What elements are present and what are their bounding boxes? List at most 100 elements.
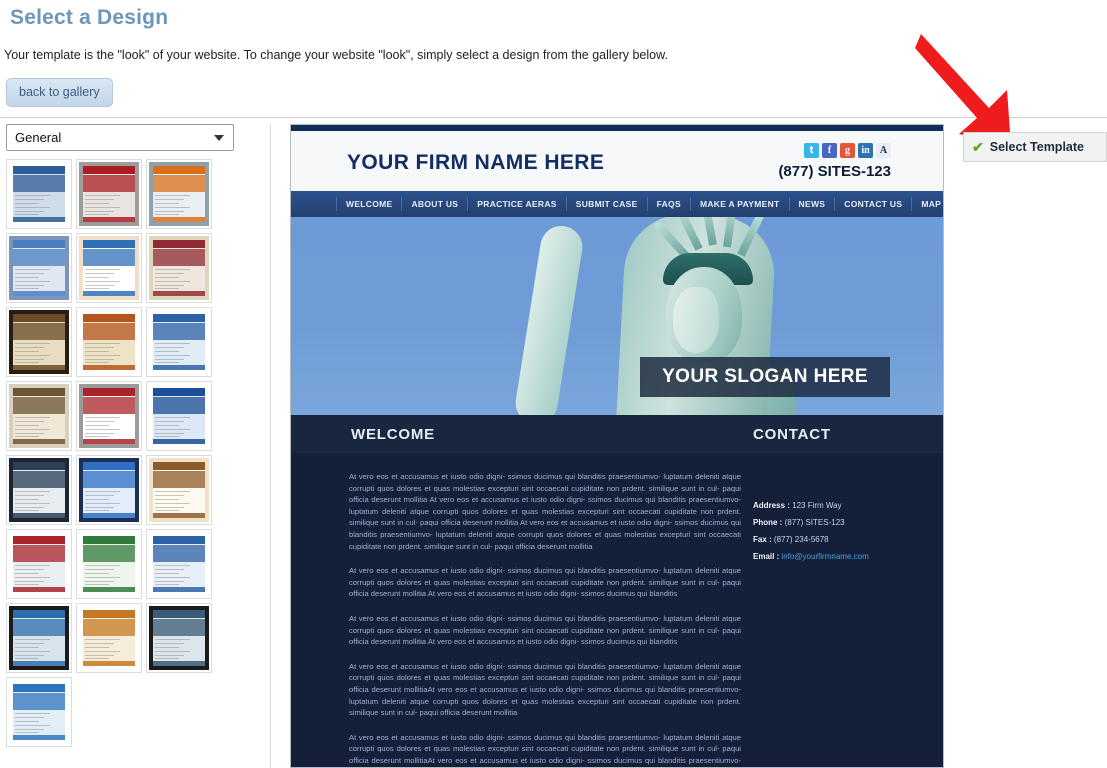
template-thumbnail[interactable] <box>146 603 212 673</box>
category-select[interactable]: General <box>6 124 234 151</box>
thumbnail-text-line <box>15 417 50 419</box>
template-thumbnail[interactable] <box>146 159 212 229</box>
template-thumbnail[interactable] <box>146 455 212 525</box>
facebook-icon[interactable]: f <box>822 143 837 158</box>
green-check-icon: ✔ <box>972 139 984 155</box>
thumbnail-footer-bar <box>152 513 206 519</box>
template-thumbnail[interactable] <box>146 381 212 451</box>
thumbnail-text-line <box>15 495 45 497</box>
select-template-button[interactable]: ✔ Select Template <box>963 132 1107 162</box>
nav-item-news[interactable]: NEWS <box>790 197 836 211</box>
thumbnail-text-line <box>15 288 39 290</box>
thumbnail-text-line <box>15 569 45 571</box>
thumbnail-text-line <box>155 206 190 208</box>
template-thumbnail[interactable] <box>76 529 142 599</box>
nav-item-faqs[interactable]: FAQS <box>648 197 691 211</box>
contact-phone-value: (877) SITES-123 <box>784 518 845 527</box>
contact-fax-label: Fax : <box>753 535 772 544</box>
thumbnail-header-bar <box>152 387 206 397</box>
template-thumbnail[interactable] <box>76 381 142 451</box>
thumbnail-hero <box>12 471 66 489</box>
thumbnail-text-line <box>15 362 39 364</box>
linkedin-icon[interactable]: in <box>858 143 873 158</box>
thumbnail-text-line <box>155 210 185 212</box>
template-thumbnail[interactable] <box>6 677 72 747</box>
thumbnail-text-line <box>155 354 190 356</box>
thumbnail-text-line <box>155 288 179 290</box>
contact-fax-row: Fax : (877) 234-5678 <box>753 535 869 544</box>
nav-item-about-us[interactable]: ABOUT US <box>402 197 469 211</box>
thumbnail-text-line <box>15 354 50 356</box>
thumbnail-text-line <box>155 280 190 282</box>
template-thumbnail[interactable] <box>146 529 212 599</box>
contact-fax-value: (877) 234-5678 <box>773 535 829 544</box>
thumbnail-header-bar <box>152 239 206 249</box>
googleplus-icon[interactable]: g <box>840 143 855 158</box>
template-preview-panel: YOUR FIRM NAME HERE 𝐭 f g in A (877) SITES-1… <box>290 124 944 768</box>
header-phone: (877) SITES-123 <box>778 163 891 180</box>
back-to-gallery-button[interactable]: back to gallery <box>6 78 113 107</box>
thumbnail-text-line <box>155 639 190 641</box>
chevron-down-icon <box>214 134 224 141</box>
body-paragraph: At vero eos et accusamus et iusto odio d… <box>349 732 741 765</box>
hero-image-statue-of-liberty: YOUR SLOGAN HERE <box>291 217 943 415</box>
nav-item-practice-aeras[interactable]: PRACTICE AERAS <box>468 197 567 211</box>
category-select-value: General <box>15 130 62 145</box>
thumbnail-text-line <box>85 502 120 504</box>
thumbnail-header-bar <box>82 313 136 323</box>
nav-item-contact-us[interactable]: CONTACT US <box>835 197 913 211</box>
thumbnail-preview <box>149 532 209 596</box>
thumbnail-header-bar <box>152 461 206 471</box>
template-thumbnail[interactable] <box>76 233 142 303</box>
thumbnail-text-line <box>15 424 39 426</box>
thumbnail-footer-bar <box>152 661 206 667</box>
thumbnail-text-line <box>155 269 190 271</box>
template-thumbnail[interactable] <box>6 529 72 599</box>
thumbnail-text-line <box>155 643 185 645</box>
thumbnail-preview <box>149 162 209 226</box>
nav-item-make-a-payment[interactable]: MAKE A PAYMENT <box>691 197 790 211</box>
thumbnail-hero <box>152 175 206 193</box>
thumbnail-text-line <box>15 210 45 212</box>
template-thumbnail[interactable] <box>6 233 72 303</box>
avvo-icon[interactable]: A <box>876 143 891 158</box>
template-thumbnail[interactable] <box>6 381 72 451</box>
thumbnail-text-line <box>15 273 45 275</box>
thumbnail-header-bar <box>12 313 66 323</box>
template-thumbnail[interactable] <box>146 233 212 303</box>
thumbnail-text-line <box>15 572 39 574</box>
thumbnail-text-line <box>85 643 115 645</box>
thumbnail-text-line <box>15 565 50 567</box>
contact-phone-label: Phone : <box>753 518 783 527</box>
thumbnail-preview <box>9 384 69 448</box>
thumbnail-footer-bar <box>82 513 136 519</box>
template-thumbnail[interactable] <box>6 603 72 673</box>
thumbnail-text-line <box>155 202 179 204</box>
twitter-icon[interactable]: 𝐭 <box>804 143 819 158</box>
thumbnail-header-bar <box>82 239 136 249</box>
template-thumbnail[interactable] <box>6 455 72 525</box>
welcome-heading: WELCOME <box>351 425 435 443</box>
nav-item-submit-case[interactable]: SUBMIT CASE <box>567 197 648 211</box>
contact-address-row: Address : 123 Firm Way <box>753 501 869 510</box>
nav-item-map[interactable]: MAP <box>912 197 943 211</box>
thumbnail-hero <box>12 693 66 711</box>
thumbnail-preview <box>9 458 69 522</box>
template-thumbnail[interactable] <box>76 307 142 377</box>
template-thumbnail[interactable] <box>76 603 142 673</box>
template-thumbnail[interactable] <box>76 455 142 525</box>
template-thumbnail[interactable] <box>76 159 142 229</box>
thumbnail-text-line <box>85 510 109 512</box>
thumbnail-text-line <box>155 343 190 345</box>
template-thumbnail[interactable] <box>146 307 212 377</box>
thumbnail-footer-bar <box>12 365 66 371</box>
contact-email-value[interactable]: info@yourfirmname.com <box>781 552 868 561</box>
thumbnail-footer-bar <box>82 587 136 593</box>
thumbnail-text-line <box>155 646 179 648</box>
template-thumbnail[interactable] <box>6 307 72 377</box>
thumbnail-preview <box>79 162 139 226</box>
nav-item-welcome[interactable]: WELCOME <box>336 197 403 211</box>
column-divider <box>270 124 271 768</box>
template-thumbnail[interactable] <box>6 159 72 229</box>
thumbnail-footer-bar <box>152 291 206 297</box>
